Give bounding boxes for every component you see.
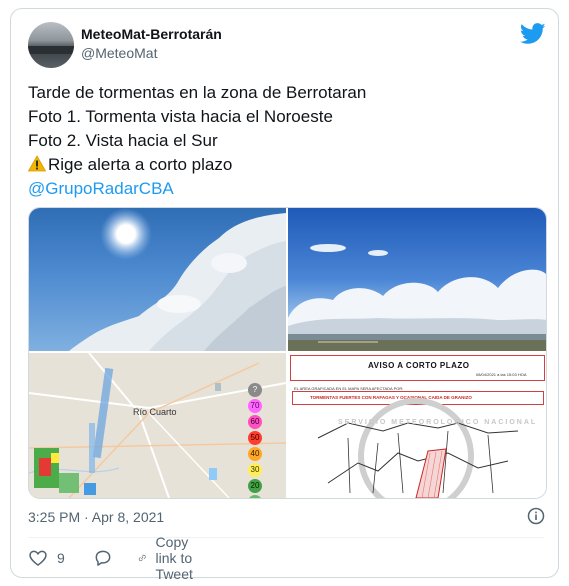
legend-item: 10 [248,495,262,498]
mention-link[interactable]: @GrupoRadarCBA [28,177,543,201]
tweet-timestamp[interactable]: 3:25 PM · Apr 8, 2021 [28,509,164,525]
legend-item: 70 [248,399,262,413]
legend-item: 20 [248,479,262,493]
legend-item: 30 [248,463,262,477]
legend-item: 40 [248,447,262,461]
legend-item: ? [248,383,262,397]
twitter-bird-icon[interactable] [520,23,546,45]
alert-watermark: SERVICIO METEOROLOGICO NACIONAL [338,419,538,426]
tweet-line: Foto 1. Tormenta vista hacia el Noroeste [28,107,333,126]
legend-item: 60 [248,415,262,429]
legend-item: 50 [248,431,262,445]
photo-view-south[interactable] [288,208,546,351]
copy-link-button[interactable]: Copy link to Tweet [138,534,204,582]
reply-icon [95,550,111,566]
tweet-line: Tarde de tormentas en la zona de Berrota… [28,83,367,102]
tweet-line: Foto 2. Vista hacia el Sur [28,131,218,150]
storm-photo-art [69,208,286,351]
like-count: 9 [57,550,65,566]
media-grid: Río Cuarto ? 70 60 50 40 30 20 10 AVISO … [28,207,547,499]
place-label: Río Cuarto [133,407,177,417]
like-button[interactable]: 9 [28,547,65,569]
avatar[interactable] [28,22,74,68]
radar-map[interactable]: Río Cuarto ? 70 60 50 40 30 20 10 [29,353,286,498]
divider [28,537,544,538]
south-photo-art [288,244,546,351]
link-icon [138,554,146,562]
alert-text: Rige alerta a corto plazo [48,155,233,174]
display-name[interactable]: MeteoMat-Berrotarán [81,26,222,42]
radar-legend: ? 70 60 50 40 30 20 10 [248,383,264,498]
copy-link-label: Copy link to Tweet [155,534,193,582]
tweet-line: Rige alerta a corto plazo [28,153,543,177]
photo-storm-northwest[interactable] [29,208,286,351]
tweet-card: MeteoMat-Berrotarán @MeteoMat Tarde de t… [10,8,559,582]
alert-document[interactable]: AVISO A CORTO PLAZO 08/04/2021 a las 15:… [288,353,546,498]
info-icon[interactable] [527,507,545,525]
heart-icon [29,550,47,567]
reply-button[interactable] [93,547,113,569]
warning-icon [28,155,46,172]
tweet-text: Tarde de tormentas en la zona de Berrota… [28,81,543,201]
user-handle[interactable]: @MeteoMat [81,45,157,61]
